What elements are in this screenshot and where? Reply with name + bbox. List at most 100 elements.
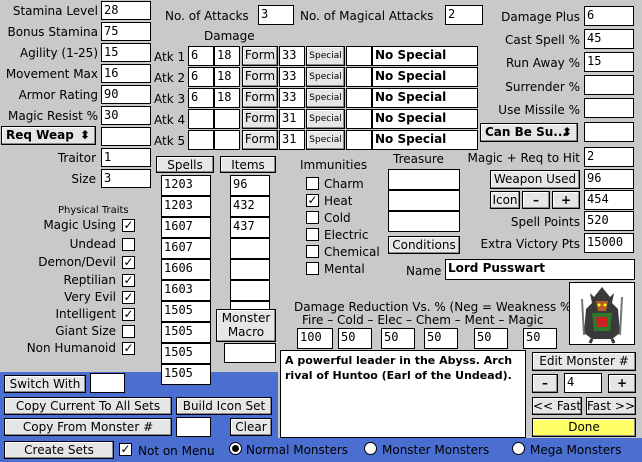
damage-plus-field[interactable]: 6 bbox=[584, 6, 634, 26]
immunity-checkbox[interactable] bbox=[306, 211, 319, 224]
spell-field[interactable]: 1607 bbox=[161, 238, 211, 259]
treasure-field[interactable] bbox=[388, 169, 460, 190]
weapon-used-field[interactable]: 96 bbox=[584, 169, 634, 189]
special-name-field[interactable]: No Special bbox=[372, 88, 478, 108]
bonus-stamina-field[interactable]: 75 bbox=[101, 22, 151, 41]
magic-resist-field[interactable]: 30 bbox=[101, 106, 151, 125]
monster-number-field[interactable]: 4 bbox=[564, 373, 602, 393]
atk-damage-max[interactable] bbox=[214, 109, 240, 129]
can-be-field[interactable] bbox=[584, 122, 634, 142]
spell-field[interactable]: 1603 bbox=[161, 280, 211, 301]
trait-checkbox[interactable]: ✓ bbox=[122, 256, 135, 269]
monster-next-button[interactable]: + bbox=[608, 374, 636, 393]
special-button[interactable]: Special bbox=[306, 67, 345, 87]
special-button[interactable]: Special bbox=[306, 109, 345, 129]
special-value-field[interactable] bbox=[346, 88, 372, 108]
spell-field[interactable]: 1607 bbox=[161, 217, 211, 238]
form-value-field[interactable]: 33 bbox=[279, 88, 305, 108]
use-missile-field[interactable] bbox=[584, 98, 634, 118]
movement-max-field[interactable]: 16 bbox=[101, 64, 151, 83]
items-button[interactable]: Items bbox=[220, 156, 276, 173]
clear-button[interactable]: Clear bbox=[230, 418, 272, 436]
attacks-field[interactable]: 3 bbox=[258, 5, 294, 25]
conditions-button[interactable]: Conditions bbox=[388, 236, 460, 254]
atk-damage-max[interactable]: 18 bbox=[214, 46, 240, 66]
spell-field[interactable]: 1203 bbox=[161, 175, 211, 196]
icon-button[interactable]: Icon bbox=[490, 191, 520, 209]
immunity-checkbox[interactable]: ✓ bbox=[306, 194, 319, 207]
run-away-field[interactable]: 15 bbox=[584, 52, 634, 72]
atk-damage-max[interactable]: 18 bbox=[214, 88, 240, 108]
done-button[interactable]: Done bbox=[532, 418, 636, 437]
special-button[interactable]: Special bbox=[306, 130, 345, 150]
victory-points-field[interactable]: 15000 bbox=[584, 233, 634, 253]
immunity-checkbox[interactable] bbox=[306, 228, 319, 241]
monster-macro-button[interactable]: Monster Macro bbox=[216, 309, 276, 342]
form-button[interactable]: Form bbox=[242, 46, 278, 66]
reduction-fire-field[interactable]: 100 bbox=[297, 328, 333, 349]
create-sets-button[interactable]: Create Sets bbox=[4, 441, 114, 459]
form-button[interactable]: Form bbox=[242, 88, 278, 108]
special-value-field[interactable] bbox=[346, 109, 372, 129]
atk-damage-max[interactable] bbox=[214, 130, 240, 150]
monster-name-field[interactable]: Lord Pusswart bbox=[445, 259, 635, 280]
switch-with-field[interactable] bbox=[90, 373, 125, 393]
surrender-field[interactable] bbox=[584, 75, 634, 95]
treasure-field[interactable] bbox=[388, 211, 460, 232]
weapon-used-button[interactable]: Weapon Used bbox=[490, 170, 580, 189]
icon-minus-button[interactable]: – bbox=[522, 191, 550, 209]
trait-checkbox[interactable] bbox=[122, 238, 135, 251]
item-field[interactable]: 437 bbox=[230, 217, 270, 238]
immunity-checkbox[interactable] bbox=[306, 177, 319, 190]
special-value-field[interactable] bbox=[346, 67, 372, 87]
atk-damage-min[interactable]: 6 bbox=[188, 88, 214, 108]
fast-forward-button[interactable]: Fast >> bbox=[586, 397, 636, 415]
spell-field[interactable]: 1606 bbox=[161, 259, 211, 280]
trait-checkbox[interactable] bbox=[122, 325, 135, 338]
treasure-field[interactable] bbox=[388, 190, 460, 211]
trait-checkbox[interactable]: ✓ bbox=[122, 274, 135, 287]
edit-monster-button[interactable]: Edit Monster # bbox=[532, 352, 636, 371]
spell-field[interactable]: 1505 bbox=[161, 322, 211, 343]
form-button[interactable]: Form bbox=[242, 67, 278, 87]
size-field[interactable]: 3 bbox=[101, 169, 151, 188]
special-value-field[interactable] bbox=[346, 46, 372, 66]
atk-damage-min[interactable] bbox=[188, 109, 214, 129]
icon-field[interactable]: 454 bbox=[584, 190, 634, 210]
spell-field[interactable]: 1505 bbox=[161, 301, 211, 322]
atk-damage-min[interactable] bbox=[188, 130, 214, 150]
item-field[interactable] bbox=[230, 280, 270, 301]
special-button[interactable]: Special bbox=[306, 88, 345, 108]
monster-monsters-radio[interactable] bbox=[364, 442, 377, 455]
reduction-cold-field[interactable]: 50 bbox=[338, 328, 372, 349]
trait-checkbox[interactable]: ✓ bbox=[122, 308, 135, 321]
atk-damage-max[interactable]: 18 bbox=[214, 67, 240, 87]
form-value-field[interactable]: 33 bbox=[279, 67, 305, 87]
spell-points-field[interactable]: 520 bbox=[584, 211, 634, 231]
item-field[interactable] bbox=[230, 259, 270, 280]
spells-button[interactable]: Spells bbox=[156, 156, 214, 173]
reduction-chem-field[interactable]: 50 bbox=[424, 328, 458, 349]
agility-field[interactable]: 15 bbox=[101, 43, 151, 62]
special-name-field[interactable]: No Special bbox=[372, 130, 478, 150]
spell-field[interactable]: 1505 bbox=[161, 364, 211, 385]
form-button[interactable]: Form bbox=[242, 109, 278, 129]
reduction-elec-field[interactable]: 50 bbox=[381, 328, 415, 349]
form-value-field[interactable]: 33 bbox=[279, 46, 305, 66]
mega-monsters-radio[interactable] bbox=[512, 442, 525, 455]
traitor-field[interactable]: 1 bbox=[101, 148, 151, 167]
trait-checkbox[interactable]: ✓ bbox=[122, 219, 135, 232]
not-on-menu-checkbox[interactable]: ✓ bbox=[119, 443, 132, 456]
description-textarea[interactable]: A powerful leader in the Abyss. Arch riv… bbox=[280, 350, 526, 438]
immunity-checkbox[interactable] bbox=[306, 262, 319, 275]
form-value-field[interactable]: 31 bbox=[279, 130, 305, 150]
fast-back-button[interactable]: << Fast bbox=[532, 397, 582, 415]
build-icon-set-button[interactable]: Build Icon Set bbox=[176, 397, 272, 415]
trait-checkbox[interactable]: ✓ bbox=[122, 291, 135, 304]
item-field[interactable] bbox=[230, 238, 270, 259]
copy-from-field[interactable] bbox=[176, 417, 211, 437]
req-weap-field[interactable] bbox=[101, 127, 151, 146]
armor-rating-field[interactable]: 90 bbox=[101, 85, 151, 104]
monster-prev-button[interactable]: – bbox=[532, 374, 558, 393]
special-button[interactable]: Special bbox=[306, 46, 345, 66]
